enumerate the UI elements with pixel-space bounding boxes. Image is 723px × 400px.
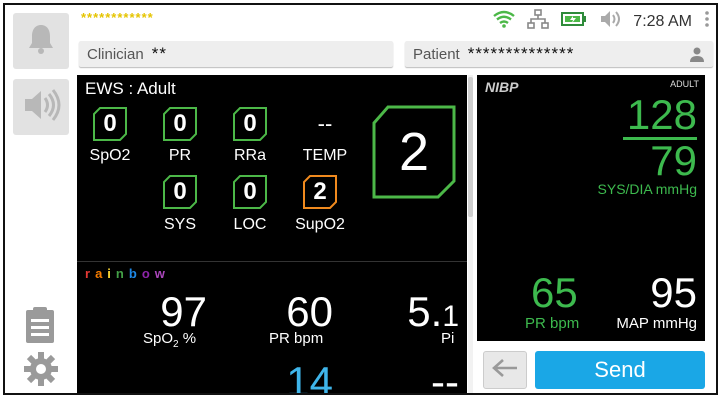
rainbow-letter: w <box>154 266 170 281</box>
nibp-pr-label: PR bpm <box>525 315 580 332</box>
status-bar: ************ 7:28 AM <box>77 5 716 37</box>
ews-total-value: 2 <box>398 122 430 182</box>
status-icons: 7:28 AM <box>493 9 710 34</box>
ews-label-sys: SYS <box>163 216 196 233</box>
rainbow-letter: n <box>115 266 129 281</box>
rainbow-letter: r <box>85 266 96 281</box>
nibp-map-value: 95 <box>650 269 697 316</box>
speaker-icon <box>599 9 621 34</box>
nibp-title: NIBP <box>485 79 519 95</box>
ews-score-rra: 0 <box>233 107 267 141</box>
ews-panel[interactable]: EWS : Adult 0 SpO2 0 PR 0 RRa -- TEMP 0 … <box>77 75 467 261</box>
network-icon <box>527 9 550 34</box>
ews-score-value: 0 <box>173 110 187 137</box>
pr-unit: PR bpm <box>269 330 324 347</box>
ews-score-value: 2 <box>313 178 327 205</box>
rr-value: 14 <box>286 358 333 395</box>
rainbow-panel[interactable]: rainbow 97 SpO2 % 60 PR bpm 5.1 Pi 14 -- <box>77 261 467 395</box>
gear-icon[interactable] <box>23 351 59 387</box>
nibp-panel[interactable]: NIBP ADULT 128 79 SYS/DIA mmHg 65 PR bpm … <box>477 75 705 341</box>
arrow-left-icon <box>491 358 519 383</box>
rainbow-letter: i <box>107 266 116 281</box>
clinician-field[interactable]: Clinician ** <box>79 41 393 67</box>
battery-icon <box>561 11 587 32</box>
clock: 7:28 AM <box>633 12 692 30</box>
ews-label-loc: LOC <box>233 216 267 233</box>
scrollbar[interactable] <box>468 77 473 217</box>
ews-label-temp: TEMP <box>302 147 348 164</box>
person-icon <box>689 46 705 67</box>
ews-title: EWS : Adult <box>85 79 176 98</box>
back-button[interactable] <box>483 351 527 389</box>
send-button[interactable]: Send <box>535 351 705 389</box>
ews-score-value: 0 <box>103 110 117 137</box>
wifi-icon <box>493 10 516 33</box>
ews-score-sys: 0 <box>163 175 197 209</box>
pi-value: 5.1 <box>407 288 459 335</box>
speaker-icon <box>21 87 61 128</box>
extra-value: -- <box>431 358 459 395</box>
alarm-button[interactable] <box>13 13 69 69</box>
nibp-mode: ADULT <box>670 79 699 89</box>
ews-score-value: 0 <box>243 110 257 137</box>
ews-label-rra: RRa <box>233 147 266 164</box>
audio-button[interactable] <box>13 79 69 135</box>
ews-score-loc: 0 <box>233 175 267 209</box>
ews-score-temp: -- <box>317 111 333 136</box>
ews-score-supo2: 2 <box>303 175 337 209</box>
spo2-unit: SpO2 % <box>143 330 197 350</box>
nibp-map-label: MAP mmHg <box>616 315 697 332</box>
clinician-label: Clinician <box>87 45 144 63</box>
device-screen: ************ 7:28 AM Clinician ** Patien… <box>3 3 718 395</box>
ews-label-supo2: SupO2 <box>295 216 345 233</box>
device-id: ************ <box>81 10 154 25</box>
ews-score-value: 0 <box>243 178 257 205</box>
nibp-sysdia-label: SYS/DIA mmHg <box>597 181 697 197</box>
patient-value: ************** <box>467 44 575 63</box>
ews-score-spo2: 0 <box>93 107 127 141</box>
sidebar <box>5 5 77 393</box>
patient-label: Patient <box>413 45 460 63</box>
clipboard-icon[interactable] <box>23 305 57 345</box>
ews-label-spo2: SpO2 <box>89 147 131 164</box>
ews-label-pr: PR <box>168 147 192 164</box>
pr-value: 60 <box>286 288 333 335</box>
patient-field[interactable]: Patient ************** <box>405 41 713 67</box>
action-bar: Send <box>477 347 705 393</box>
nibp-pr-value: 65 <box>531 269 578 316</box>
bell-icon <box>25 22 57 61</box>
spo2-value: 97 <box>160 288 207 335</box>
ews-total-score: 2 <box>372 105 456 199</box>
rainbow-logo: rainbow <box>85 266 170 281</box>
ews-score-value: 0 <box>173 178 187 205</box>
clinician-value: ** <box>151 44 167 63</box>
nibp-dia-value: 79 <box>650 137 697 184</box>
rainbow-letter: a <box>95 266 108 281</box>
rainbow-letter: b <box>128 266 142 281</box>
ews-score-pr: 0 <box>163 107 197 141</box>
nibp-sys-value: 128 <box>626 91 697 138</box>
pi-unit: Pi <box>441 330 455 347</box>
kebab-menu-icon[interactable] <box>704 10 710 33</box>
rainbow-letter: o <box>141 266 155 281</box>
